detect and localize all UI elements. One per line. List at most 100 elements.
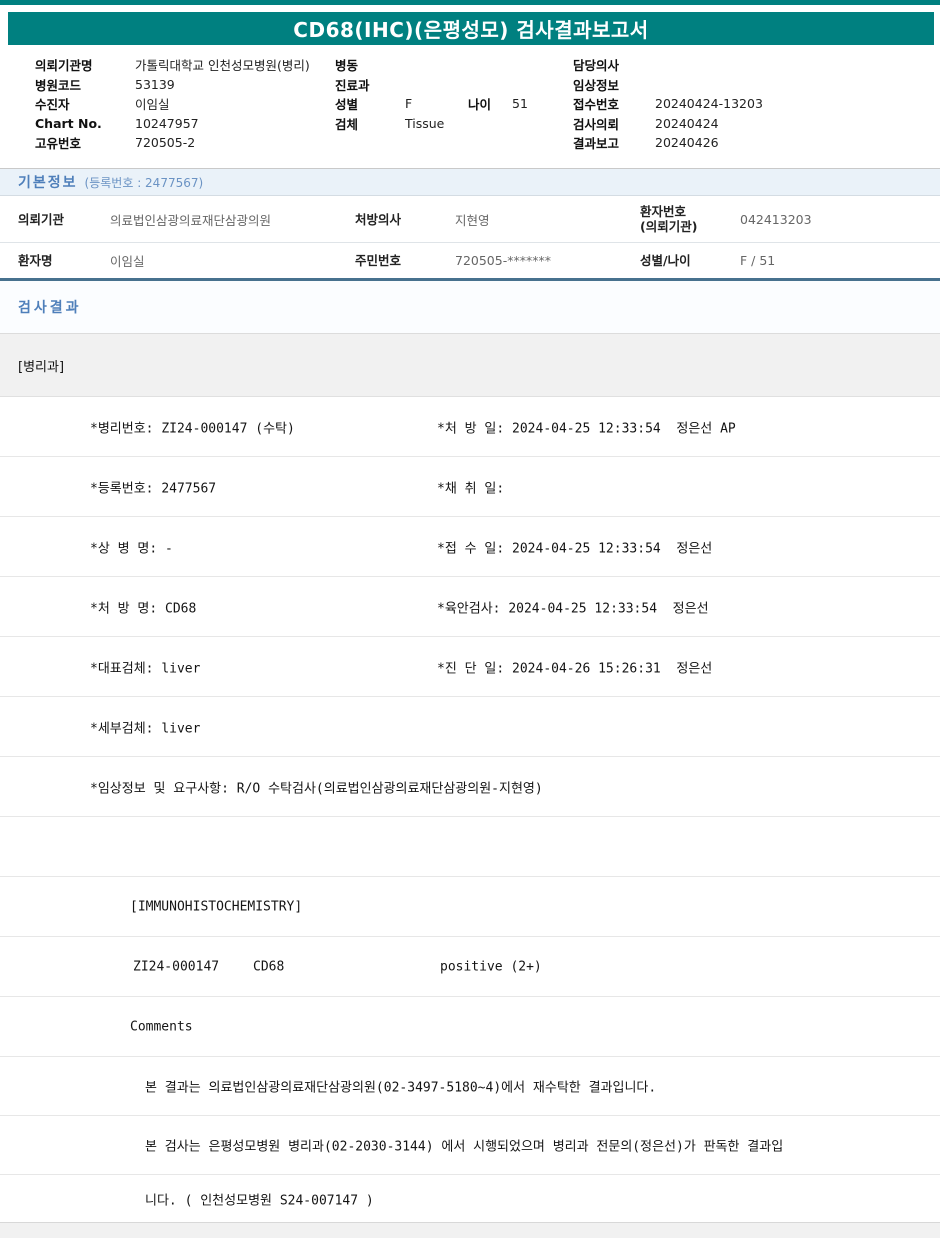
table-row: 환자명 이임실 주민번호 720505-******* 성별/나이 F / 51 [0, 243, 940, 281]
header-field-receipt-no: 접수번호 20240424-13203 [573, 94, 913, 114]
prescribing-doctor-label: 처방의사 [355, 211, 402, 227]
detail-row-prescription-name: *처 방 명: CD68 *육안검사: 2024-04-25 12:33:54 … [0, 577, 940, 637]
top-accent-strip [0, 0, 940, 5]
header-field-sex-age: 성별 F 나이 51 [335, 94, 565, 114]
ihc-pathology-no: ZI24-000147 [133, 959, 220, 974]
detail-left: *임상정보 및 요구사항: R/O 수탁검사(의료법인삼광의료재단삼광의원-지현… [90, 781, 543, 796]
department-label: [병리과] [18, 359, 65, 375]
comment-text: 본 결과는 의료법인삼광의료재단삼광의원(02-3497-5180~4)에서 재… [145, 1080, 657, 1096]
patient-name-value: 이임실 [110, 254, 145, 269]
header-field-test-request-date: 검사의뢰 20240424 [573, 114, 913, 134]
field-label: 병원코드 [35, 77, 82, 93]
field-value: 이임실 [135, 97, 170, 113]
header-field-clinical-info: 임상정보 [573, 75, 913, 95]
comments-label-row: Comments [0, 997, 940, 1057]
detail-right: *육안검사: 2024-04-25 12:33:54 정은선 [437, 601, 709, 616]
field-label: 담당의사 [573, 58, 620, 74]
detail-row-clinical-info-request: *임상정보 및 요구사항: R/O 수탁검사(의료법인삼광의료재단삼광의원-지현… [0, 757, 940, 817]
field-value: F [405, 96, 413, 112]
field-value: 53139 [135, 76, 175, 92]
field-label: 수진자 [35, 97, 70, 113]
detail-row-pathology-no: *병리번호: ZI24-000147 (수탁) *처 방 일: 2024-04-… [0, 397, 940, 457]
header-field-examinee: 수진자 이임실 [35, 94, 325, 114]
detail-row-registration-no: *등록번호: 2477567 *채 취 일: [0, 457, 940, 517]
patient-header: 의뢰기관명 가톨릭대학교 인천성모병원(병리) 병원코드 53139 수진자 이… [0, 45, 940, 168]
patient-no-label: 환자번호 (의뢰기관) [640, 204, 698, 234]
ihc-result-row: ZI24-000147 CD68 positive (2+) [0, 937, 940, 997]
patient-header-middle-column: 병동 진료과 성별 F 나이 51 검체 Tissue [335, 55, 565, 133]
header-field-specimen: 검체 Tissue [335, 114, 565, 134]
detail-left: *병리번호: ZI24-000147 (수탁) [90, 421, 295, 436]
basic-info-section-header: 기본정보 (등록번호 : 2477567) [0, 168, 940, 196]
header-field-hospital-code: 병원코드 53139 [35, 75, 325, 95]
results-section-header: 검사결과 [0, 281, 940, 334]
field-value: 720505-2 [135, 135, 196, 151]
results-title: 검사결과 [18, 300, 82, 316]
header-field-requesting-org: 의뢰기관명 가톨릭대학교 인천성모병원(병리) [35, 55, 325, 75]
report-page: CD68(IHC)(은평성모) 검사결과보고서 의뢰기관명 가톨릭대학교 인천성… [0, 0, 940, 1238]
detail-right: *접 수 일: 2024-04-25 12:33:54 정은선 [437, 541, 713, 556]
field-label: 성별 [335, 97, 359, 113]
field-label: 나이 [468, 97, 492, 113]
header-field-doctor-in-charge: 담당의사 [573, 55, 913, 75]
header-field-department: 진료과 [335, 75, 565, 95]
comment-text: 본 검사는 은평성모병원 병리과(02-2030-3144) 에서 시행되었으며… [145, 1139, 784, 1155]
sex-age-value: F / 51 [740, 253, 776, 268]
detail-row-sub-specimen: *세부검체: liver [0, 697, 940, 757]
ihc-section-label: [IMMUNOHISTOCHEMISTRY] [130, 899, 303, 914]
field-value: 20240424 [655, 115, 719, 131]
field-value: 20240426 [655, 135, 719, 151]
table-row: 의뢰기관 의료법인삼광의료재단삼광의원 처방의사 지현영 환자번호 (의뢰기관)… [0, 196, 940, 243]
field-value: Tissue [405, 115, 445, 131]
detail-left: *등록번호: 2477567 [90, 481, 217, 496]
page-title: CD68(IHC)(은평성모) 검사결과보고서 [293, 18, 649, 42]
requesting-org-value: 의료법인삼광의료재단삼광의원 [110, 212, 272, 228]
detail-right: *채 취 일: [437, 481, 505, 496]
patient-header-right-column: 담당의사 임상정보 접수번호 20240424-13203 검사의뢰 20240… [573, 55, 913, 153]
ihc-result-value: positive (2+) [440, 959, 542, 974]
detail-right: *처 방 일: 2024-04-25 12:33:54 정은선 AP [437, 421, 736, 436]
comment-text: 니다. ( 인천성모병원 S24-007147 ) [145, 1193, 374, 1208]
field-value: 51 [512, 96, 528, 112]
patient-no-value: 042413203 [740, 211, 812, 227]
field-label: 병동 [335, 58, 359, 74]
field-label: 결과보고 [573, 136, 620, 152]
field-label: 고유번호 [35, 136, 82, 152]
field-label: Chart No. [35, 115, 102, 131]
result-detail-rows: *병리번호: ZI24-000147 (수탁) *처 방 일: 2024-04-… [0, 397, 940, 1222]
sex-age-label: 성별/나이 [640, 253, 691, 268]
detail-left: *세부검체: liver [90, 721, 201, 736]
field-label: 검체 [335, 116, 359, 132]
field-label: 접수번호 [573, 97, 620, 113]
resident-no-label: 주민번호 [355, 253, 402, 268]
field-value: 가톨릭대학교 인천성모병원(병리) [135, 58, 310, 74]
comment-row: 본 검사는 은평성모병원 병리과(02-2030-3144) 에서 시행되었으며… [0, 1116, 940, 1175]
detail-right: *진 단 일: 2024-04-26 15:26:31 정은선 [437, 661, 713, 676]
field-label: 의뢰기관명 [35, 58, 93, 74]
detail-row-empty [0, 817, 940, 877]
detail-left: *처 방 명: CD68 [90, 601, 197, 616]
detail-row-main-specimen: *대표검체: liver *진 단 일: 2024-04-26 15:26:31… [0, 637, 940, 697]
header-field-ward: 병동 [335, 55, 565, 75]
patient-header-left-column: 의뢰기관명 가톨릭대학교 인천성모병원(병리) 병원코드 53139 수진자 이… [35, 55, 325, 153]
prescribing-doctor-value: 지현영 [455, 212, 490, 228]
department-row: [병리과] [0, 334, 940, 397]
comment-row: 본 결과는 의료법인삼광의료재단삼광의원(02-3497-5180~4)에서 재… [0, 1057, 940, 1116]
detail-left: *대표검체: liver [90, 661, 201, 676]
ihc-section-header-row: [IMMUNOHISTOCHEMISTRY] [0, 877, 940, 937]
ihc-test-name: CD68 [253, 959, 285, 974]
basic-info-registration-no: (등록번호 : 2477567) [84, 175, 204, 190]
field-label: 임상정보 [573, 77, 620, 93]
header-field-unique-no: 고유번호 720505-2 [35, 133, 325, 153]
comment-row: 니다. ( 인천성모병원 S24-007147 ) [0, 1175, 940, 1222]
basic-info-table: 의뢰기관 의료법인삼광의료재단삼광의원 처방의사 지현영 환자번호 (의뢰기관)… [0, 196, 940, 281]
header-field-chart-no: Chart No. 10247957 [35, 114, 325, 134]
comments-label: Comments [130, 1019, 193, 1034]
report-title-bar: CD68(IHC)(은평성모) 검사결과보고서 [8, 12, 934, 45]
field-label: 검사의뢰 [573, 116, 620, 132]
detail-left: *상 병 명: - [90, 541, 173, 556]
field-value: 10247957 [135, 115, 199, 131]
header-field-result-report-date: 결과보고 20240426 [573, 133, 913, 153]
field-value: 20240424-13203 [655, 96, 763, 112]
basic-info-title: 기본정보 [18, 175, 78, 191]
